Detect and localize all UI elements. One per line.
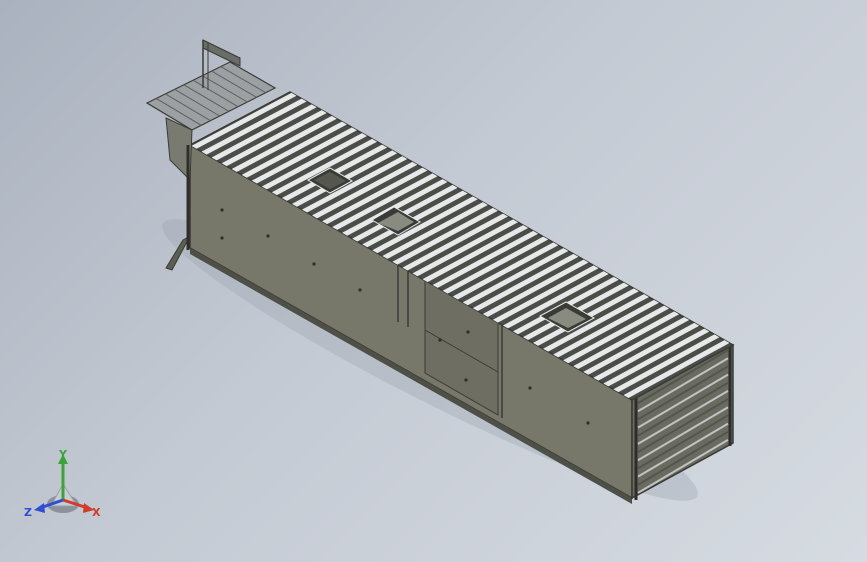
fastener	[528, 386, 532, 390]
railing-panel	[202, 39, 241, 67]
fastener	[466, 330, 470, 334]
z-arrow-icon	[34, 503, 45, 513]
z-axis-label: Z	[24, 506, 32, 519]
container-3d-model[interactable]	[0, 0, 867, 562]
fastener	[586, 421, 590, 425]
y-axis-label: Y	[58, 448, 68, 461]
fastener	[464, 378, 468, 382]
fastener	[358, 288, 362, 292]
fastener	[266, 234, 270, 238]
fastener	[438, 338, 442, 342]
x-axis-label: X	[92, 506, 101, 519]
fastener	[312, 262, 316, 266]
orientation-triad[interactable]: Y X Z	[22, 448, 108, 524]
fastener	[220, 236, 224, 240]
cad-viewport[interactable]: Y X Z	[0, 0, 867, 562]
fastener	[220, 208, 224, 212]
